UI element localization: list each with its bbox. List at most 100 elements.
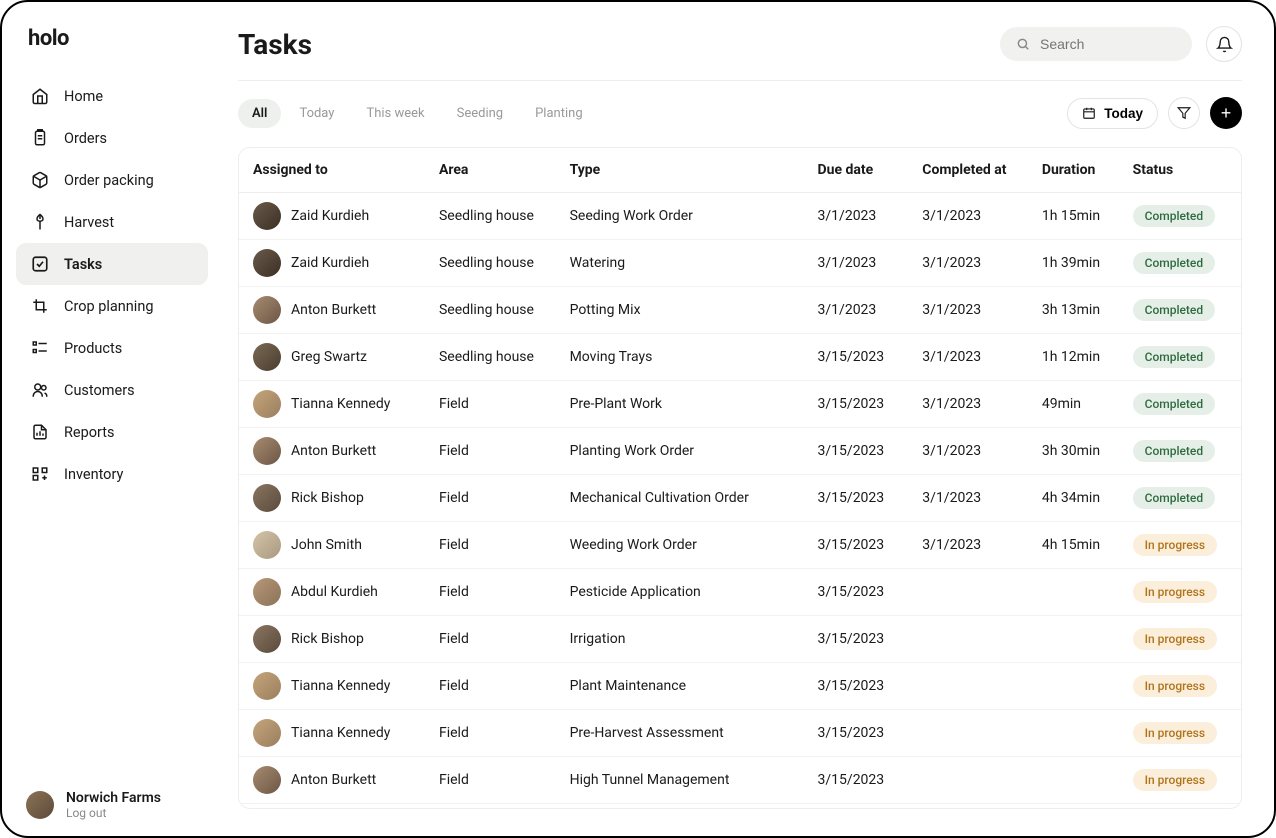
avatar: [253, 719, 281, 747]
cell-type: Pre-Plant Work: [556, 381, 804, 428]
nav-label: Products: [64, 340, 122, 357]
notifications-button[interactable]: [1206, 26, 1242, 62]
sidebar-item-order-packing[interactable]: Order packing: [16, 159, 208, 201]
calendar-icon: [1082, 106, 1096, 120]
cell-due: 3/15/2023: [804, 522, 909, 569]
cell-due: 3/15/2023: [804, 334, 909, 381]
cell-type: Potting Mix: [556, 287, 804, 334]
cell-area: Field: [425, 569, 556, 616]
assignee-name: Tianna Kennedy: [291, 725, 390, 741]
search-input[interactable]: [1040, 36, 1176, 52]
cell-duration: 3h 13min: [1028, 287, 1119, 334]
table-row[interactable]: Tianna Kennedy Field Pre-Harvest Assessm…: [239, 710, 1241, 757]
sidebar-footer: Norwich Farms Log out: [2, 790, 222, 820]
cell-due: 3/15/2023: [804, 569, 909, 616]
table-row[interactable]: Anton Burkett Field High Tunnel Manageme…: [239, 757, 1241, 804]
cell-area: Field: [425, 381, 556, 428]
filter-tab-seeding[interactable]: Seeding: [443, 99, 517, 128]
today-label: Today: [1104, 106, 1143, 121]
filter-tab-all[interactable]: All: [238, 99, 281, 128]
avatar: [253, 249, 281, 277]
sidebar-item-crop-planning[interactable]: Crop planning: [16, 285, 208, 327]
cell-area: Seedling house: [425, 240, 556, 287]
cell-due: 3/1/2023: [804, 240, 909, 287]
table-header-row: Assigned toAreaTypeDue dateCompleted atD…: [239, 148, 1241, 193]
cell-due: 3/1/2023: [804, 287, 909, 334]
assignee-name: Rick Bishop: [291, 631, 364, 647]
cell-duration: 4h 15min: [1028, 522, 1119, 569]
sidebar-item-tasks[interactable]: Tasks: [16, 243, 208, 285]
cell-completed: [908, 710, 1028, 757]
cell-duration: [1028, 663, 1119, 710]
cell-completed: 3/1/2023: [908, 193, 1028, 240]
today-button[interactable]: Today: [1067, 98, 1158, 129]
status-badge: In progress: [1133, 722, 1217, 744]
nav-icon: [30, 422, 50, 442]
cell-area: Seedling house: [425, 287, 556, 334]
tasks-table-scroll[interactable]: Assigned toAreaTypeDue dateCompleted atD…: [239, 148, 1241, 808]
sidebar-item-home[interactable]: Home: [16, 75, 208, 117]
cell-due: 3/15/2023: [804, 710, 909, 757]
status-badge: Completed: [1133, 487, 1216, 509]
sidebar-item-inventory[interactable]: Inventory: [16, 453, 208, 495]
table-row[interactable]: Rick Bishop Field Irrigation 3/15/2023 I…: [239, 616, 1241, 663]
cell-area: Seedling house: [425, 334, 556, 381]
table-row[interactable]: Tianna Kennedy Field Pre-Plant Work 3/15…: [239, 381, 1241, 428]
nav-icon: [30, 212, 50, 232]
nav-label: Crop planning: [64, 298, 153, 315]
sidebar-item-customers[interactable]: Customers: [16, 369, 208, 411]
cell-duration: [1028, 804, 1119, 809]
sidebar-item-reports[interactable]: Reports: [16, 411, 208, 453]
cell-type: Plant Maintenance: [556, 663, 804, 710]
cell-completed: [908, 757, 1028, 804]
avatar: [253, 390, 281, 418]
table-row[interactable]: Tianna Kennedy Field Plant Maintenance 3…: [239, 663, 1241, 710]
table-row[interactable]: Anton Burkett Field Knife Sanitation 3/1…: [239, 804, 1241, 809]
col-type[interactable]: Type: [556, 148, 804, 193]
table-row[interactable]: Zaid Kurdieh Seedling house Seeding Work…: [239, 193, 1241, 240]
nav-label: Customers: [64, 382, 135, 399]
filter-tab-today[interactable]: Today: [285, 99, 348, 128]
filter-button[interactable]: [1168, 97, 1200, 129]
table-row[interactable]: Anton Burkett Field Planting Work Order …: [239, 428, 1241, 475]
cell-type: Moving Trays: [556, 334, 804, 381]
nav-icon: [30, 86, 50, 106]
sidebar-item-harvest[interactable]: Harvest: [16, 201, 208, 243]
add-button[interactable]: +: [1210, 97, 1242, 129]
cell-type: Pre-Harvest Assessment: [556, 710, 804, 757]
org-avatar: [26, 791, 54, 819]
nav-label: Reports: [64, 424, 115, 441]
search-input-wrap[interactable]: [1000, 27, 1192, 61]
col-duration[interactable]: Duration: [1028, 148, 1119, 193]
sidebar-item-orders[interactable]: Orders: [16, 117, 208, 159]
filter-tab-this-week[interactable]: This week: [352, 99, 438, 128]
sidebar-item-products[interactable]: Products: [16, 327, 208, 369]
cell-duration: 4h 34min: [1028, 475, 1119, 522]
assignee-name: Anton Burkett: [291, 302, 376, 318]
table-row[interactable]: Greg Swartz Seedling house Moving Trays …: [239, 334, 1241, 381]
cell-type: High Tunnel Management: [556, 757, 804, 804]
table-row[interactable]: Abdul Kurdieh Field Pesticide Applicatio…: [239, 569, 1241, 616]
nav-icon: [30, 338, 50, 358]
cell-completed: 3/1/2023: [908, 381, 1028, 428]
assignee-name: Tianna Kennedy: [291, 396, 390, 412]
filter-tab-planting[interactable]: Planting: [521, 99, 597, 128]
col-area[interactable]: Area: [425, 148, 556, 193]
table-row[interactable]: Anton Burkett Seedling house Potting Mix…: [239, 287, 1241, 334]
nav-icon: [30, 254, 50, 274]
table-row[interactable]: Zaid Kurdieh Seedling house Watering 3/1…: [239, 240, 1241, 287]
cell-duration: [1028, 710, 1119, 757]
col-completed-at[interactable]: Completed at: [908, 148, 1028, 193]
nav-label: Tasks: [64, 256, 102, 273]
table-row[interactable]: Rick Bishop Field Mechanical Cultivation…: [239, 475, 1241, 522]
table-row[interactable]: John Smith Field Weeding Work Order 3/15…: [239, 522, 1241, 569]
tasks-table-wrap: Assigned toAreaTypeDue dateCompleted atD…: [238, 147, 1242, 809]
col-due-date[interactable]: Due date: [804, 148, 909, 193]
col-assigned-to[interactable]: Assigned to: [239, 148, 425, 193]
status-badge: In progress: [1133, 581, 1217, 603]
cell-completed: [908, 616, 1028, 663]
cell-due: 3/15/2023: [804, 804, 909, 809]
logout-link[interactable]: Log out: [66, 806, 161, 820]
col-status[interactable]: Status: [1119, 148, 1241, 193]
main: Tasks AllTodayThis weekSeedingPlanting: [222, 2, 1274, 836]
